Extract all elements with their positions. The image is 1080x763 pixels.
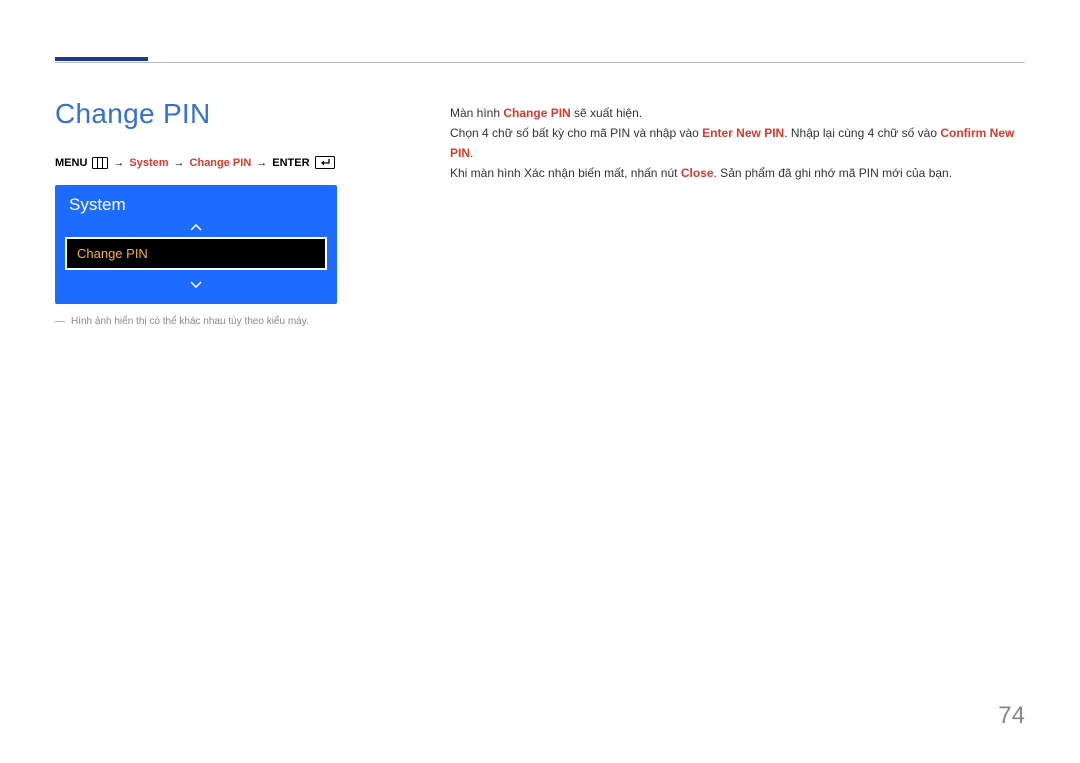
emphasis-close: Close — [681, 166, 714, 180]
body-line-3: Khi màn hình Xác nhận biến mất, nhấn nút… — [450, 163, 1025, 183]
osd-panel: System Change PIN — [55, 185, 337, 304]
page-number: 74 — [998, 702, 1025, 730]
chevron-down-icon[interactable] — [55, 278, 337, 290]
emphasis-enter-new-pin: Enter New PIN — [702, 126, 784, 140]
enter-return-icon — [315, 156, 335, 169]
body-line-2: Chọn 4 chữ số bất kỳ cho mã PIN và nhập … — [450, 123, 1025, 163]
body-line-1: Màn hình Change PIN sẽ xuất hiện. — [450, 103, 1025, 123]
breadcrumb-menu: MENU — [55, 157, 87, 169]
disclaimer-text: ―Hình ảnh hiển thị có thể khác nhau tùy … — [55, 316, 309, 327]
page-title: Change PIN — [55, 98, 211, 130]
breadcrumb-enter: ENTER — [272, 157, 309, 169]
osd-header-title: System — [69, 195, 126, 215]
breadcrumb-system: System — [129, 157, 168, 169]
arrow-right-icon: → — [113, 157, 124, 169]
osd-item-label: Change PIN — [77, 246, 148, 261]
arrow-right-icon: → — [256, 157, 267, 169]
breadcrumb-change-pin: Change PIN — [190, 157, 252, 169]
accent-bar — [55, 57, 148, 61]
osd-selected-item[interactable]: Change PIN — [65, 237, 327, 270]
body-paragraph: Màn hình Change PIN sẽ xuất hiện. Chọn 4… — [450, 103, 1025, 183]
chevron-up-icon[interactable] — [55, 221, 337, 233]
menu-grid-icon — [92, 157, 108, 169]
emphasis-change-pin: Change PIN — [503, 106, 570, 120]
arrow-right-icon: → — [174, 157, 185, 169]
divider-line — [55, 62, 1025, 63]
breadcrumb: MENU → System → Change PIN → ENTER — [55, 156, 335, 169]
